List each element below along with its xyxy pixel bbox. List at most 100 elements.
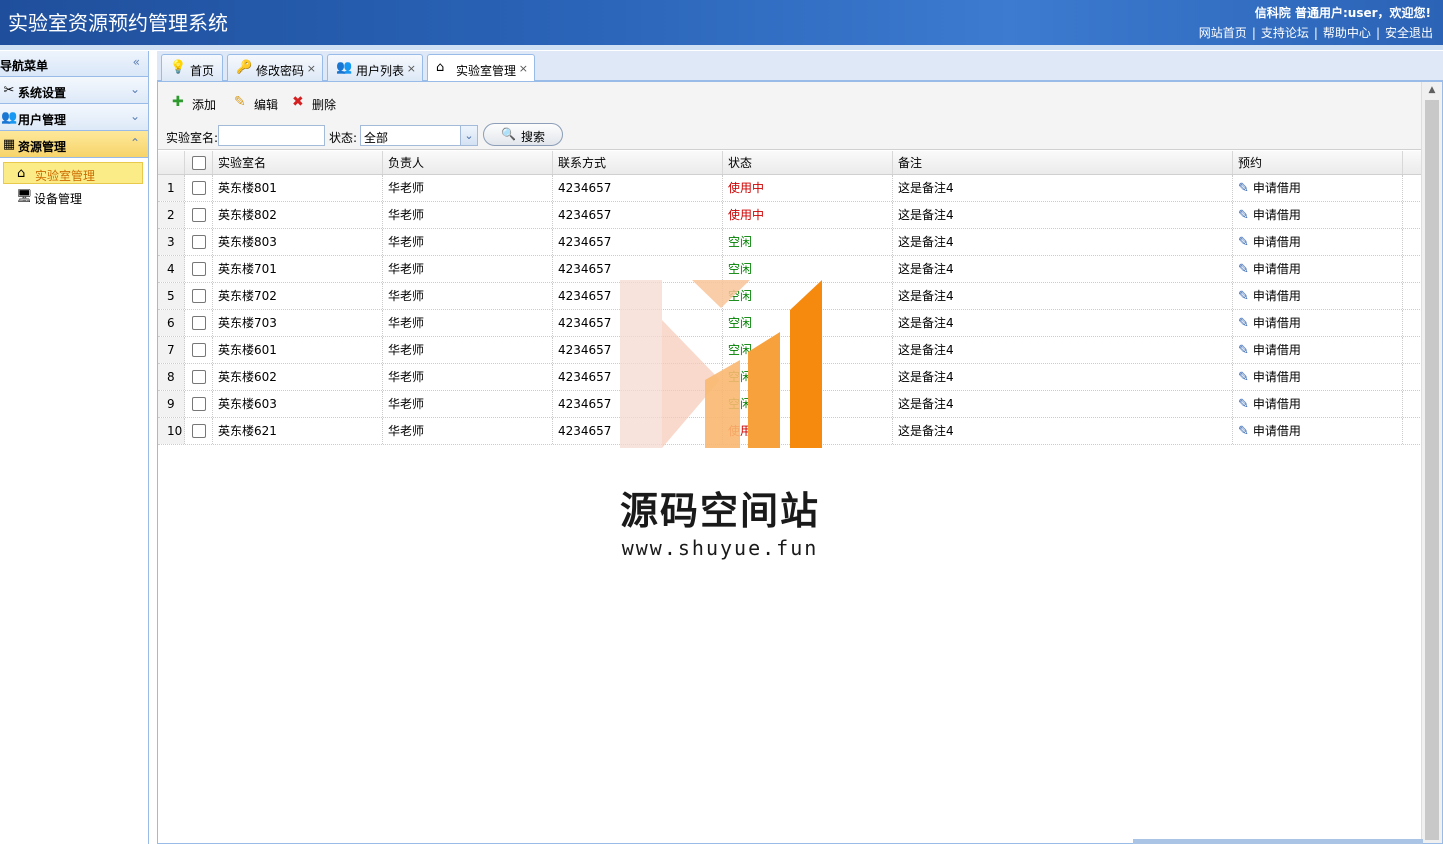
cell-note: 这是备注4 (893, 310, 1233, 336)
cell-lab-name: 英东楼803 (213, 229, 383, 255)
tab-lab-management[interactable]: ⌂ 实验室管理 × (427, 54, 535, 82)
row-checkbox[interactable] (192, 288, 206, 303)
column-header-owner[interactable]: 负责人 (383, 151, 553, 174)
apply-borrow-link[interactable]: ✎ 申请借用 (1238, 181, 1301, 196)
apply-borrow-link[interactable]: ✎ 申请借用 (1238, 262, 1301, 277)
apply-borrow-link[interactable]: ✎ 申请借用 (1238, 235, 1301, 250)
close-icon[interactable]: × (519, 62, 528, 75)
app-title: 实验室资源预约管理系统 (8, 11, 228, 35)
close-icon[interactable]: × (307, 62, 316, 75)
cell-lab-name: 英东楼701 (213, 256, 383, 282)
nav-section-users[interactable]: 👥 用户管理 ⌄ (0, 104, 148, 131)
cell-note: 这是备注4 (893, 418, 1233, 444)
table-row[interactable]: 3 英东楼803 华老师 4234657 空闲 这是备注4 ✎ 申请借用 (158, 229, 1422, 256)
delete-button[interactable]: ✖ 删除 (292, 94, 342, 112)
nav-section-system[interactable]: ✂ 系统设置 ⌄ (0, 77, 148, 104)
link-site-home[interactable]: 网站首页 (1199, 26, 1247, 40)
apply-borrow-label: 申请借用 (1252, 235, 1301, 249)
column-header-phone[interactable]: 联系方式 (553, 151, 723, 174)
apply-borrow-link[interactable]: ✎ 申请借用 (1238, 370, 1301, 385)
column-header-status[interactable]: 状态 (723, 151, 893, 174)
lab-name-input[interactable] (218, 125, 325, 146)
sidebar-item-device-management[interactable]: 🖥 设备管理 (3, 186, 143, 208)
table-row[interactable]: 9 英东楼603 华老师 4234657 空闲 这是备注4 ✎ 申请借用 (158, 391, 1422, 418)
row-checkbox[interactable] (192, 315, 206, 330)
cell-lab-name: 英东楼602 (213, 364, 383, 390)
app-header: 实验室资源预约管理系统 信科院 普通用户:user，欢迎您! 网站首页 | 支持论坛… (0, 0, 1443, 45)
row-checkbox[interactable] (192, 180, 206, 195)
row-checkbox[interactable] (192, 342, 206, 357)
tab-bar: 💡 首页 🔑 修改密码 × 👥 用户列表 × ⌂ 实验室管理 × (157, 51, 1443, 82)
search-icon: 🔍 (501, 127, 516, 141)
users-icon: 👥 (336, 60, 353, 75)
vertical-scrollbar[interactable]: ▲ (1421, 82, 1442, 843)
apply-borrow-link[interactable]: ✎ 申请借用 (1238, 289, 1301, 304)
cell-note: 这是备注4 (893, 229, 1233, 255)
pencil-icon: ✎ (1238, 370, 1249, 385)
link-forum[interactable]: 支持论坛 (1261, 26, 1309, 40)
edit-button[interactable]: ✎ 编辑 (234, 94, 284, 112)
add-button[interactable]: ✚ 添加 (172, 94, 222, 112)
status-label: 状态: (329, 131, 358, 145)
table-row[interactable]: 10 英东楼621 华老师 4234657 使用中 这是备注4 ✎ 申请借用 (158, 418, 1422, 445)
row-number: 4 (158, 256, 185, 282)
collapse-left-icon[interactable]: « (133, 55, 140, 69)
cell-lab-name: 英东楼801 (213, 175, 383, 201)
apply-borrow-link[interactable]: ✎ 申请借用 (1238, 397, 1301, 412)
row-checkbox[interactable] (192, 261, 206, 276)
status-select-value: 全部 (364, 131, 389, 145)
sidebar-item-lab-management[interactable]: ⌂ 实验室管理 (3, 162, 143, 184)
table-row[interactable]: 8 英东楼602 华老师 4234657 空闲 这是备注4 ✎ 申请借用 (158, 364, 1422, 391)
chevron-up-icon: ⌃ (129, 136, 140, 150)
select-all-checkbox[interactable] (192, 155, 206, 170)
cell-booking: ✎ 申请借用 (1233, 229, 1403, 255)
table-row[interactable]: 5 英东楼702 华老师 4234657 空闲 这是备注4 ✎ 申请借用 (158, 283, 1422, 310)
cell-owner: 华老师 (383, 229, 553, 255)
column-header-name[interactable]: 实验室名 (213, 151, 383, 174)
tab-user-list[interactable]: 👥 用户列表 × (327, 54, 423, 81)
delete-label: 删除 (312, 98, 337, 112)
row-checkbox[interactable] (192, 396, 206, 411)
toolbar: ✚ 添加 ✎ 编辑 ✖ 删除 实验室名: 状态: 全部 ⌄ 🔍 搜索 (158, 82, 1422, 150)
table-row[interactable]: 7 英东楼601 华老师 4234657 空闲 这是备注4 ✎ 申请借用 (158, 337, 1422, 364)
link-logout[interactable]: 安全退出 (1385, 26, 1433, 40)
table-row[interactable]: 2 英东楼802 华老师 4234657 使用中 这是备注4 ✎ 申请借用 (158, 202, 1422, 229)
apply-borrow-link[interactable]: ✎ 申请借用 (1238, 343, 1301, 358)
resource-submenu: ⌂ 实验室管理 🖥 设备管理 (0, 158, 148, 208)
table-row[interactable]: 1 英东楼801 华老师 4234657 使用中 这是备注4 ✎ 申请借用 (158, 175, 1422, 202)
cell-phone: 4234657 (553, 283, 723, 309)
status-select[interactable]: 全部 ⌄ (360, 125, 478, 146)
apply-borrow-link[interactable]: ✎ 申请借用 (1238, 316, 1301, 331)
table-row[interactable]: 6 英东楼703 华老师 4234657 空闲 这是备注4 ✎ 申请借用 (158, 310, 1422, 337)
welcome-text: 信科院 普通用户:user，欢迎您! (1254, 6, 1431, 20)
lab-table: 实验室名 负责人 联系方式 状态 备注 预约 1 英东楼801 华老师 4234657… (158, 151, 1422, 445)
apply-borrow-link[interactable]: ✎ 申请借用 (1238, 208, 1301, 223)
apply-borrow-link[interactable]: ✎ 申请借用 (1238, 424, 1301, 439)
row-checkbox[interactable] (192, 234, 206, 249)
column-header-note[interactable]: 备注 (893, 151, 1233, 174)
tab-label: 实验室管理 (456, 64, 517, 78)
tab-home[interactable]: 💡 首页 (161, 54, 223, 81)
cell-phone: 4234657 (553, 229, 723, 255)
row-number: 2 (158, 202, 185, 228)
nav-section-resources[interactable]: ▦ 资源管理 ⌃ (0, 131, 148, 158)
row-number: 10 (158, 418, 185, 444)
cell-phone: 4234657 (553, 256, 723, 282)
cell-lab-name: 英东楼601 (213, 337, 383, 363)
link-help[interactable]: 帮助中心 (1323, 26, 1371, 40)
column-header-booking[interactable]: 预约 (1233, 151, 1403, 174)
close-icon[interactable]: × (407, 62, 416, 75)
row-checkbox[interactable] (192, 369, 206, 384)
row-checkbox[interactable] (192, 207, 206, 222)
table-row[interactable]: 4 英东楼701 华老师 4234657 空闲 这是备注4 ✎ 申请借用 (158, 256, 1422, 283)
search-button[interactable]: 🔍 搜索 (483, 123, 563, 146)
header-divider (0, 45, 1443, 50)
cell-status: 空闲 (723, 337, 893, 363)
scroll-thumb[interactable] (1425, 100, 1439, 840)
scroll-up-icon[interactable]: ▲ (1422, 82, 1442, 99)
cell-phone: 4234657 (553, 310, 723, 336)
row-checkbox-cell (185, 256, 213, 282)
cell-note: 这是备注4 (893, 175, 1233, 201)
tab-change-password[interactable]: 🔑 修改密码 × (227, 54, 323, 81)
row-checkbox[interactable] (192, 423, 206, 438)
